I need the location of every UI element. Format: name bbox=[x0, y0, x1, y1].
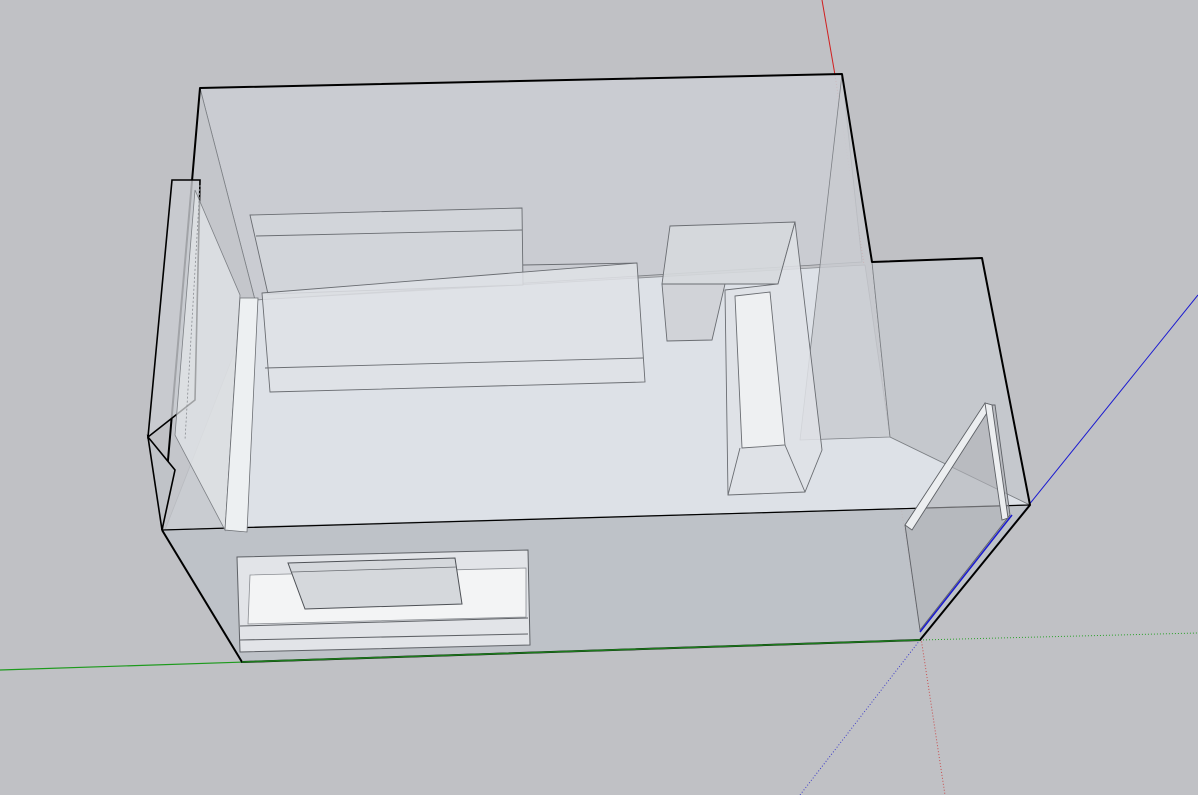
green-axis-dotted bbox=[919, 632, 1198, 641]
front-bench-top[interactable] bbox=[287, 557, 463, 610]
modeling-viewport[interactable] bbox=[0, 0, 1198, 795]
blue-axis-dotted bbox=[799, 639, 921, 795]
red-axis-solid bbox=[821, 0, 836, 76]
